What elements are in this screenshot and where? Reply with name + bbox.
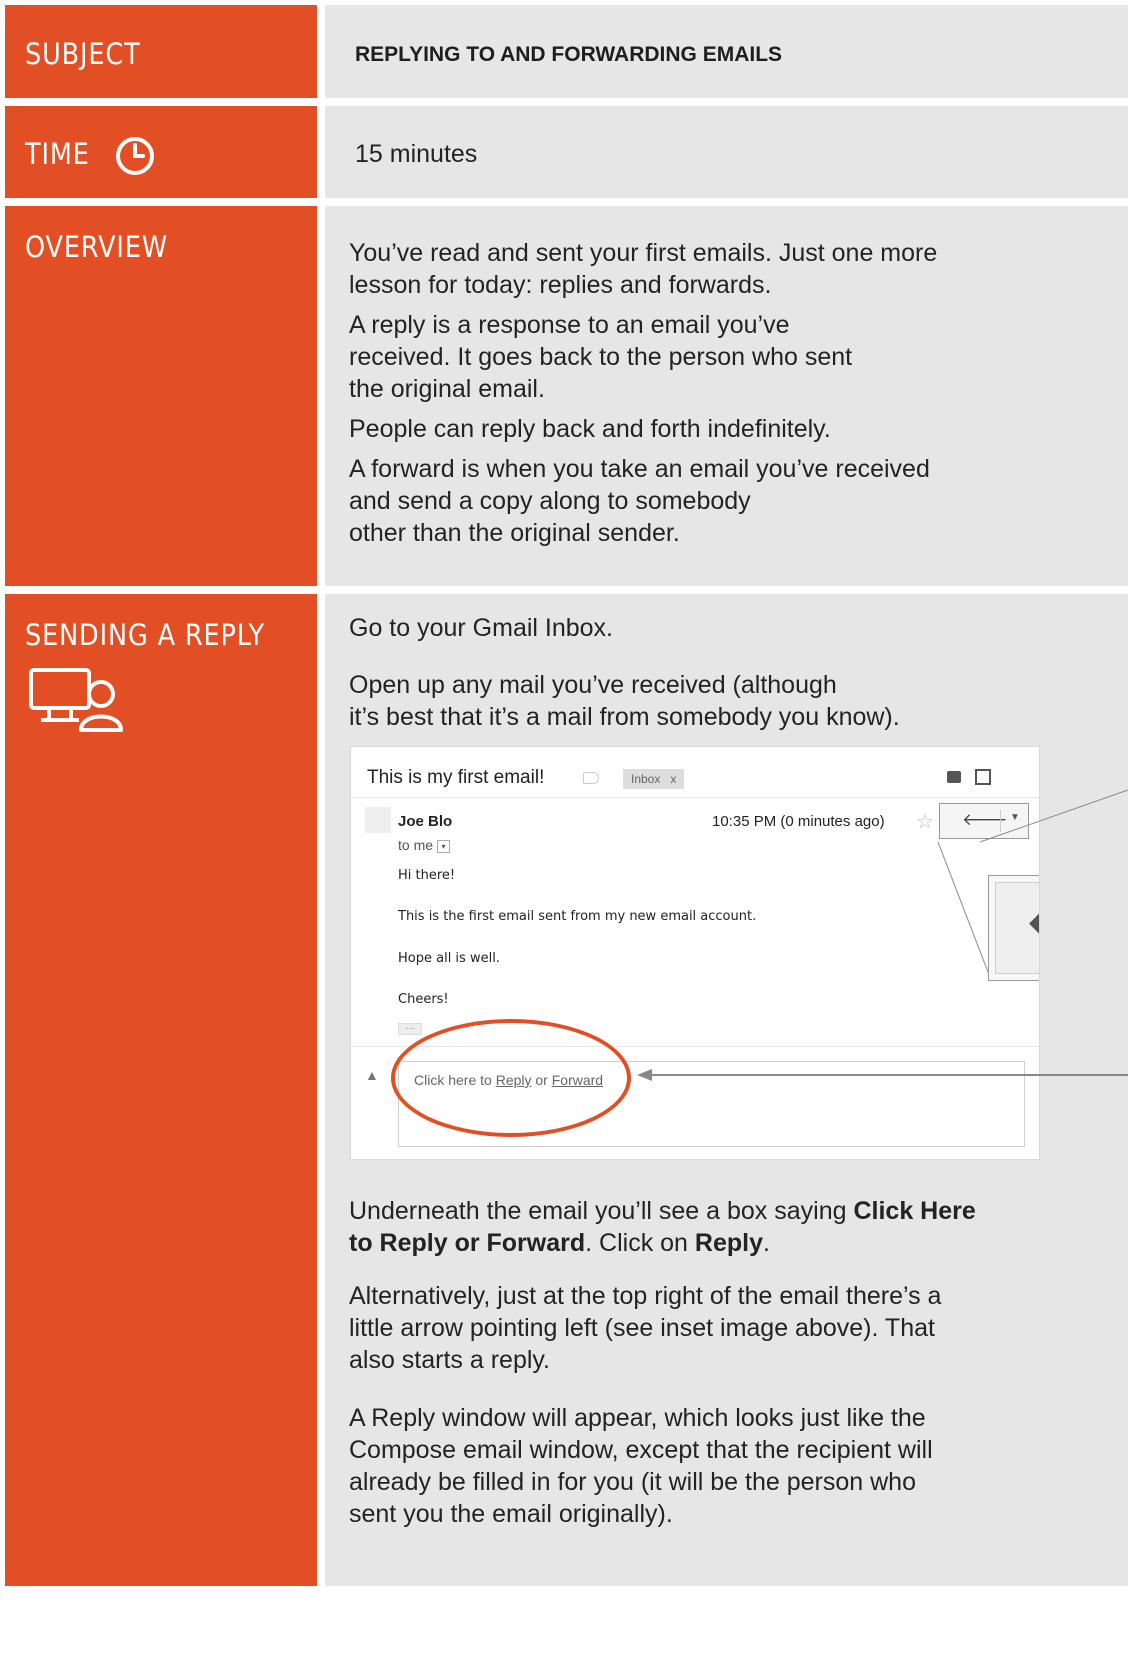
instruction-click-here: Underneath the email you’ll see a box sa… — [349, 1197, 976, 1257]
instruction-reply-window: A Reply window will appear, which looks … — [349, 1404, 933, 1528]
instruction-alternatively: Alternatively, just at the top right of … — [349, 1282, 942, 1374]
